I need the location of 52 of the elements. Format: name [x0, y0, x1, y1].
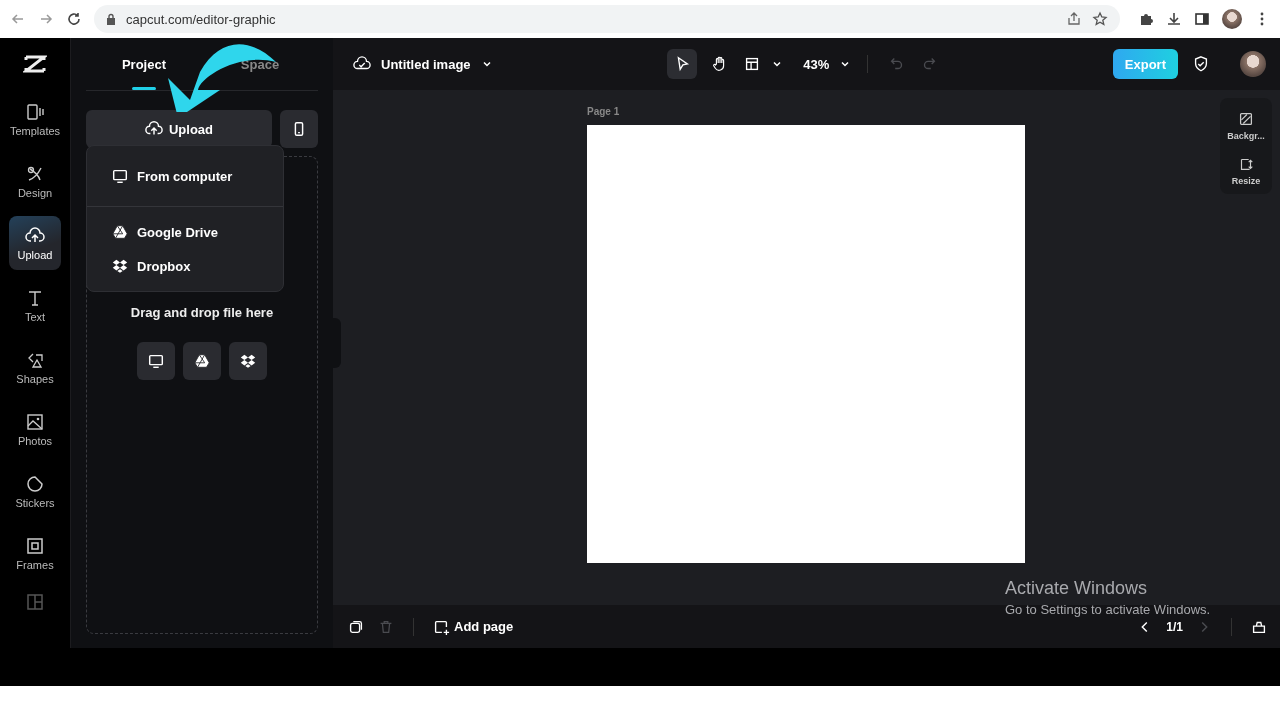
star-icon[interactable]: [1092, 11, 1108, 27]
tab[interactable]: Project: [86, 38, 202, 90]
zoom-level[interactable]: 43%: [803, 56, 830, 72]
boxes-icon: [239, 352, 257, 370]
address-bar[interactable]: capcut.com/editor-graphic: [94, 5, 1120, 33]
page-label: Page 1: [587, 106, 621, 117]
menu-item[interactable]: Dropbox: [87, 249, 283, 283]
share-icon[interactable]: [1066, 11, 1082, 27]
shield-icon[interactable]: [1192, 55, 1210, 73]
boxes-icon: [111, 257, 129, 275]
templates-icon: [25, 101, 45, 122]
page-counter: 1/1: [1166, 619, 1183, 634]
sidebar-item[interactable]: Design: [9, 154, 61, 208]
source-button[interactable]: [183, 342, 221, 380]
image-icon: [25, 411, 45, 432]
sidebar-item[interactable]: Stickers: [9, 464, 61, 518]
reload-icon[interactable]: [66, 11, 82, 27]
avatar[interactable]: [1240, 51, 1266, 77]
sidebar-item[interactable]: Photos: [9, 402, 61, 456]
watermark-text: Go to Settings to activate Windows.: [1005, 602, 1211, 617]
sidebar-item[interactable]: Upload: [9, 216, 61, 270]
menu-item[interactable]: Google Drive: [87, 215, 283, 249]
hatched-square-icon: [1237, 110, 1255, 128]
frame-icon: [25, 535, 45, 556]
watermark-title: Activate Windows: [1005, 578, 1149, 599]
sidebar-item[interactable]: Frames: [9, 526, 61, 580]
source-button[interactable]: [137, 342, 175, 380]
document-title[interactable]: Untitled image: [381, 56, 471, 72]
url-text: capcut.com/editor-graphic: [126, 11, 276, 27]
tab[interactable]: Space: [202, 38, 318, 90]
download-icon[interactable]: [1166, 11, 1182, 27]
monitor-icon: [147, 352, 165, 370]
puzzle-icon[interactable]: [1138, 11, 1154, 27]
sidebar-icon[interactable]: [1194, 11, 1210, 27]
tool-button[interactable]: Resize: [1220, 155, 1272, 186]
drop-hint: Drag and drop file here: [130, 305, 274, 320]
source-button[interactable]: [229, 342, 267, 380]
triangle-icon: [111, 223, 129, 241]
triangle-icon: [193, 352, 211, 370]
avatar[interactable]: [1222, 9, 1242, 29]
sidebar-item[interactable]: Templates: [9, 92, 61, 146]
sidebar-item[interactable]: Shapes: [9, 340, 61, 394]
add-page-button[interactable]: Add page: [432, 617, 514, 636]
logo-icon[interactable]: [23, 54, 47, 74]
monitor-icon: [111, 167, 129, 185]
lock-icon: [106, 13, 116, 25]
tool-button[interactable]: Backgr...: [1220, 110, 1272, 141]
select-tool-button[interactable]: [667, 49, 698, 79]
sidebar-item[interactable]: Text: [9, 278, 61, 332]
phone-button[interactable]: [280, 110, 318, 148]
upload-button[interactable]: Upload: [86, 110, 272, 148]
sticker-icon: [25, 473, 45, 494]
